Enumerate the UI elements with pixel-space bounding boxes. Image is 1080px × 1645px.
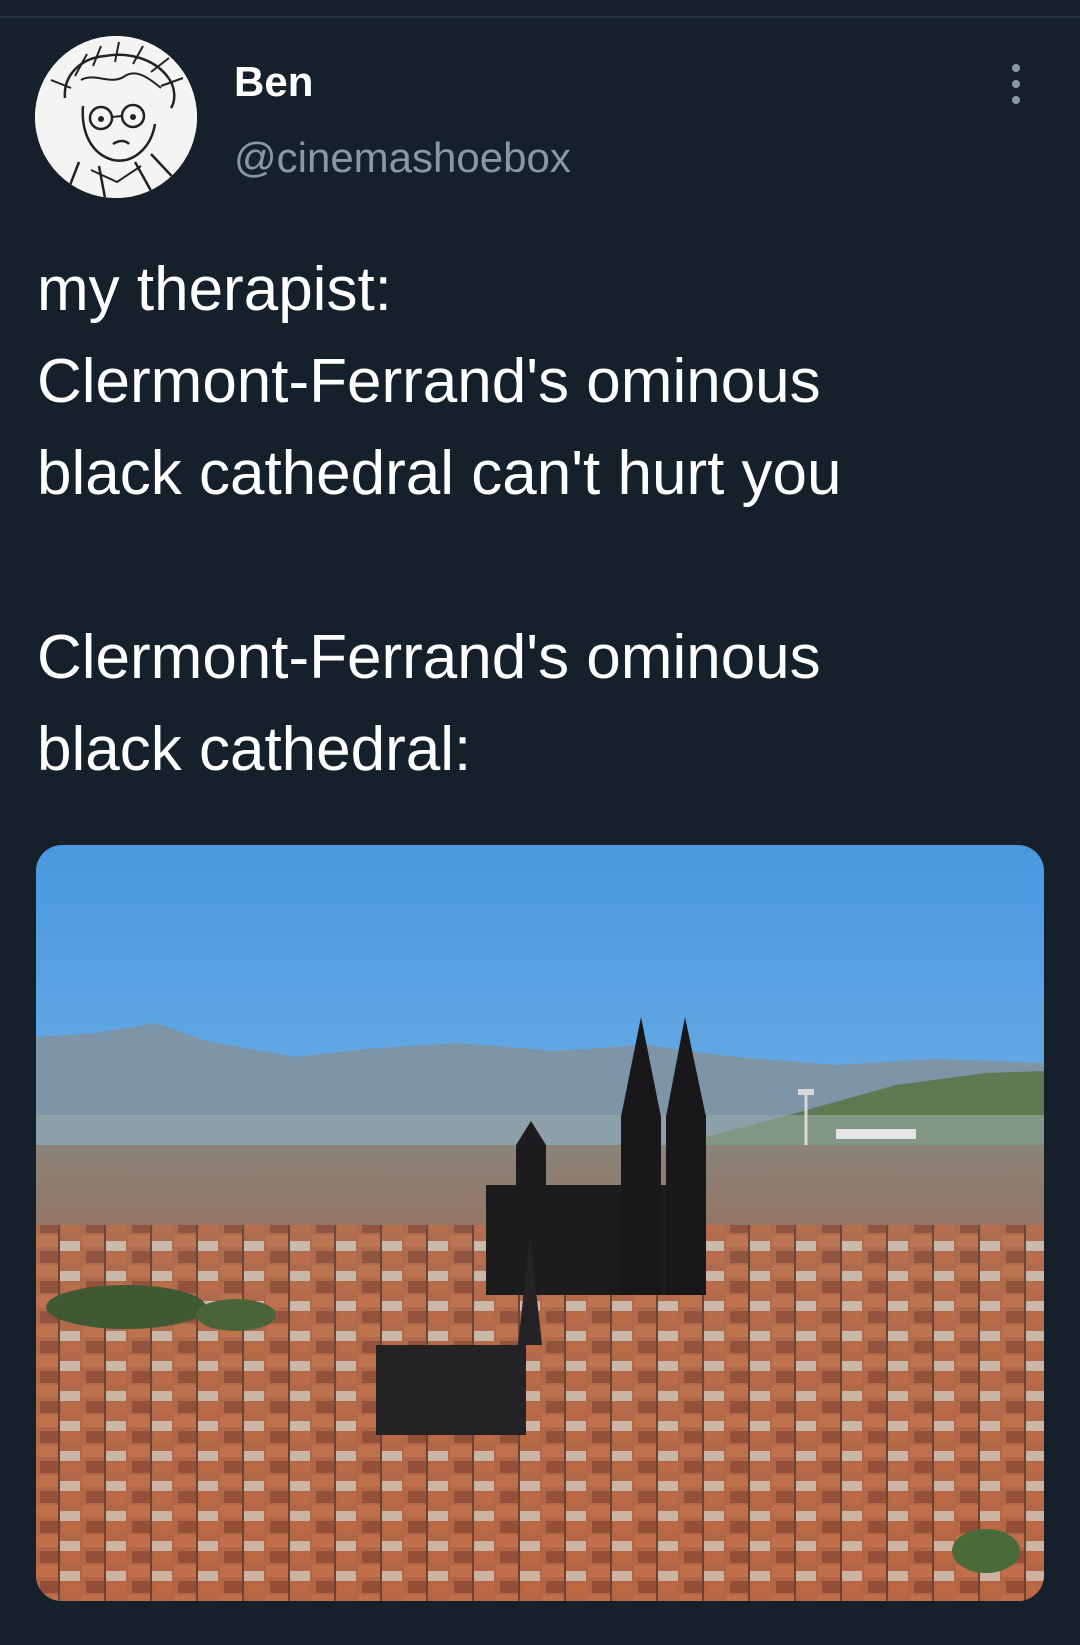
cityscape-photo bbox=[36, 845, 1044, 1601]
tweet-photo[interactable] bbox=[36, 845, 1044, 1601]
tweet-text-line: my therapist: bbox=[37, 255, 392, 324]
display-name[interactable]: Ben bbox=[234, 56, 313, 108]
more-vertical-icon-dot bbox=[1012, 80, 1020, 88]
tweet-text-line: Clermont-Ferrand's ominous bbox=[37, 347, 821, 416]
tweet-text-line: black cathedral can't hurt you bbox=[37, 439, 842, 508]
more-options-button[interactable] bbox=[996, 56, 1036, 112]
top-divider bbox=[0, 16, 1080, 18]
more-vertical-icon-dot bbox=[1012, 96, 1020, 104]
tweet-text-line: black cathedral: bbox=[37, 715, 472, 784]
user-handle[interactable]: @cinemashoebox bbox=[234, 132, 571, 184]
tweet-text: my therapist: Clermont-Ferrand's ominous… bbox=[37, 244, 1047, 796]
tweet-text-line: Clermont-Ferrand's ominous bbox=[37, 623, 821, 692]
more-vertical-icon-dot bbox=[1012, 64, 1020, 72]
avatar[interactable] bbox=[35, 36, 197, 198]
sketched-face-avatar-icon bbox=[35, 36, 197, 198]
